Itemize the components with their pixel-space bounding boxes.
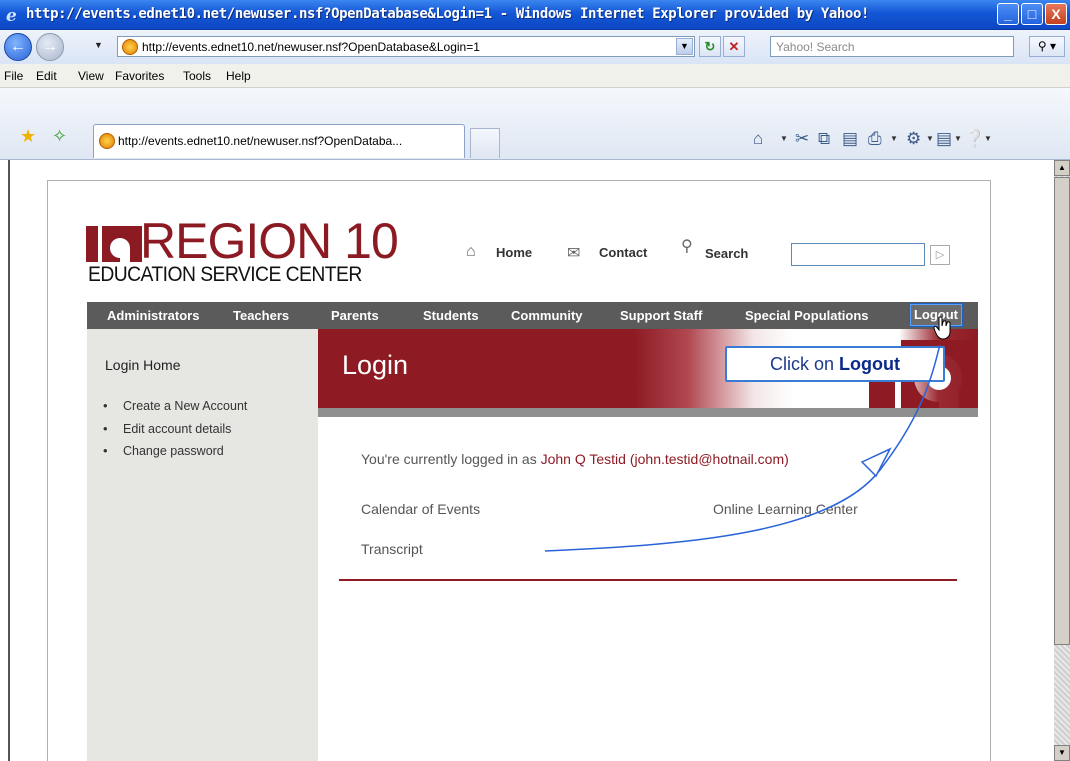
yahoo-search-placeholder: Yahoo! Search [776, 40, 855, 54]
site-favicon-icon [122, 39, 138, 55]
print-icon[interactable]: ⎙ [868, 129, 882, 149]
window-title: http://events.ednet10.net/newuser.nsf?Op… [26, 6, 870, 22]
paste-icon[interactable]: ▤ [842, 129, 858, 149]
content-divider [339, 579, 957, 581]
callout-target: Logout [839, 354, 901, 374]
stop-button[interactable]: ✕ [723, 36, 745, 57]
logged-in-prefix: You're currently logged in as [361, 451, 537, 467]
tools-dropdown-icon[interactable]: ▼ [926, 134, 934, 143]
home-link-icon: ⌂ [466, 243, 476, 260]
site-search-go-button[interactable]: ▷ [930, 245, 950, 265]
favorites-star-icon[interactable]: ★ [20, 126, 36, 147]
stop-icon: ✕ [728, 39, 740, 54]
address-toolbar: ← → ▼ http://events.ednet10.net/newuser.… [0, 30, 1070, 64]
calendar-link[interactable]: Calendar of Events [361, 501, 480, 517]
logo-title: REGION 10 [140, 213, 399, 269]
banner-stripe [318, 408, 978, 417]
menu-tools[interactable]: Tools [183, 69, 211, 83]
vertical-scrollbar[interactable]: ▲ ▼ [1054, 160, 1070, 761]
print-dropdown-icon[interactable]: ▼ [890, 134, 898, 143]
menu-view[interactable]: View [78, 69, 104, 83]
help-icon[interactable]: ❔ [964, 129, 985, 149]
address-input[interactable]: http://events.ednet10.net/newuser.nsf?Op… [117, 36, 695, 57]
scroll-down-icon[interactable]: ▼ [1054, 745, 1070, 761]
menu-edit[interactable]: Edit [36, 69, 57, 83]
refresh-icon: ↻ [704, 39, 716, 54]
online-learning-link[interactable]: Online Learning Center [713, 501, 858, 517]
nav-support-staff[interactable]: Support Staff [620, 308, 702, 323]
search-go-button[interactable]: ⚲ ▾ [1029, 36, 1065, 57]
page-title: Login [342, 350, 409, 380]
callout-prefix: Click on [769, 354, 835, 374]
sidebar-item-create-account[interactable]: Create a New Account [103, 398, 247, 421]
transcript-link[interactable]: Transcript [361, 541, 423, 557]
logo-subtitle: EDUCATION SERVICE CENTER [88, 263, 362, 286]
cut-icon[interactable]: ✂ [795, 129, 809, 149]
maximize-button[interactable]: □ [1021, 3, 1043, 25]
window-titlebar: e http://events.ednet10.net/newuser.nsf?… [0, 0, 1070, 30]
home-link[interactable]: Home [496, 245, 532, 260]
contact-mail-icon: ✉ [567, 245, 581, 262]
back-icon: ← [10, 38, 26, 55]
menu-help[interactable]: Help [226, 69, 251, 83]
sidebar-item-change-password[interactable]: Change password [103, 443, 247, 466]
refresh-button[interactable]: ↻ [699, 36, 721, 57]
tools-icon[interactable]: ⚙ [906, 129, 921, 149]
help-dropdown-icon[interactable]: ▼ [984, 134, 992, 143]
site-search-input[interactable] [791, 243, 925, 266]
logged-in-user: John Q Testid (john.testid@hotnail.com) [540, 451, 789, 467]
contact-link[interactable]: Contact [599, 245, 647, 260]
back-button[interactable]: ← [4, 33, 32, 61]
menu-file[interactable]: File [4, 69, 23, 83]
search-icon: ⚲ ▾ [1037, 39, 1057, 53]
page-icon[interactable]: ▤ [936, 129, 952, 149]
main-nav: Administrators Teachers Parents Students… [87, 302, 978, 329]
address-dropdown-icon[interactable]: ▼ [676, 38, 693, 55]
nav-students[interactable]: Students [423, 308, 479, 323]
svg-text:e: e [6, 6, 17, 24]
sidebar-item-edit-account[interactable]: Edit account details [103, 421, 247, 444]
ie-logo-icon: e [6, 6, 17, 24]
sidebar-title: Login Home [105, 357, 181, 373]
nav-special-populations[interactable]: Special Populations [745, 308, 869, 323]
tab-current-page[interactable]: http://events.ednet10.net/newuser.nsf?Op… [93, 124, 465, 158]
forward-button[interactable]: → [36, 33, 64, 61]
tab-label: http://events.ednet10.net/newuser.nsf?Op… [118, 134, 403, 148]
address-text: http://events.ednet10.net/newuser.nsf?Op… [142, 40, 480, 54]
history-dropdown-icon[interactable]: ▼ [94, 40, 103, 50]
forward-icon: → [42, 38, 58, 55]
page-dropdown-icon[interactable]: ▼ [954, 134, 962, 143]
scroll-thumb[interactable] [1054, 177, 1070, 645]
menu-bar: File Edit View Favorites Tools Help [0, 64, 1070, 88]
minimize-button[interactable]: _ [997, 3, 1019, 25]
sidebar-list: Create a New Account Edit account detail… [103, 398, 247, 466]
scroll-up-icon[interactable]: ▲ [1054, 160, 1070, 176]
home-dropdown-icon[interactable]: ▼ [780, 134, 788, 143]
logged-in-message: You're currently logged in as John Q Tes… [361, 451, 789, 467]
nav-administrators[interactable]: Administrators [107, 308, 199, 323]
search-pin-icon: ⚲ [681, 238, 693, 255]
hand-cursor-icon [933, 316, 951, 340]
new-tab-button[interactable] [470, 128, 500, 158]
nav-teachers[interactable]: Teachers [233, 308, 289, 323]
region10-logo-icon [86, 226, 142, 262]
copy-icon[interactable]: ⧉ [818, 129, 830, 149]
sidebar [87, 329, 318, 761]
home-icon[interactable]: ⌂ [753, 129, 763, 149]
nav-parents[interactable]: Parents [331, 308, 379, 323]
search-link[interactable]: Search [705, 246, 748, 261]
yahoo-search-input[interactable]: Yahoo! Search [770, 36, 1014, 57]
add-favorites-icon[interactable]: ✧ [52, 126, 67, 147]
close-window-button[interactable]: X [1045, 3, 1067, 25]
tab-favicon-icon [99, 133, 115, 149]
nav-community[interactable]: Community [511, 308, 583, 323]
menu-favorites[interactable]: Favorites [115, 69, 164, 83]
tutorial-callout: Click on Logout [725, 346, 945, 382]
